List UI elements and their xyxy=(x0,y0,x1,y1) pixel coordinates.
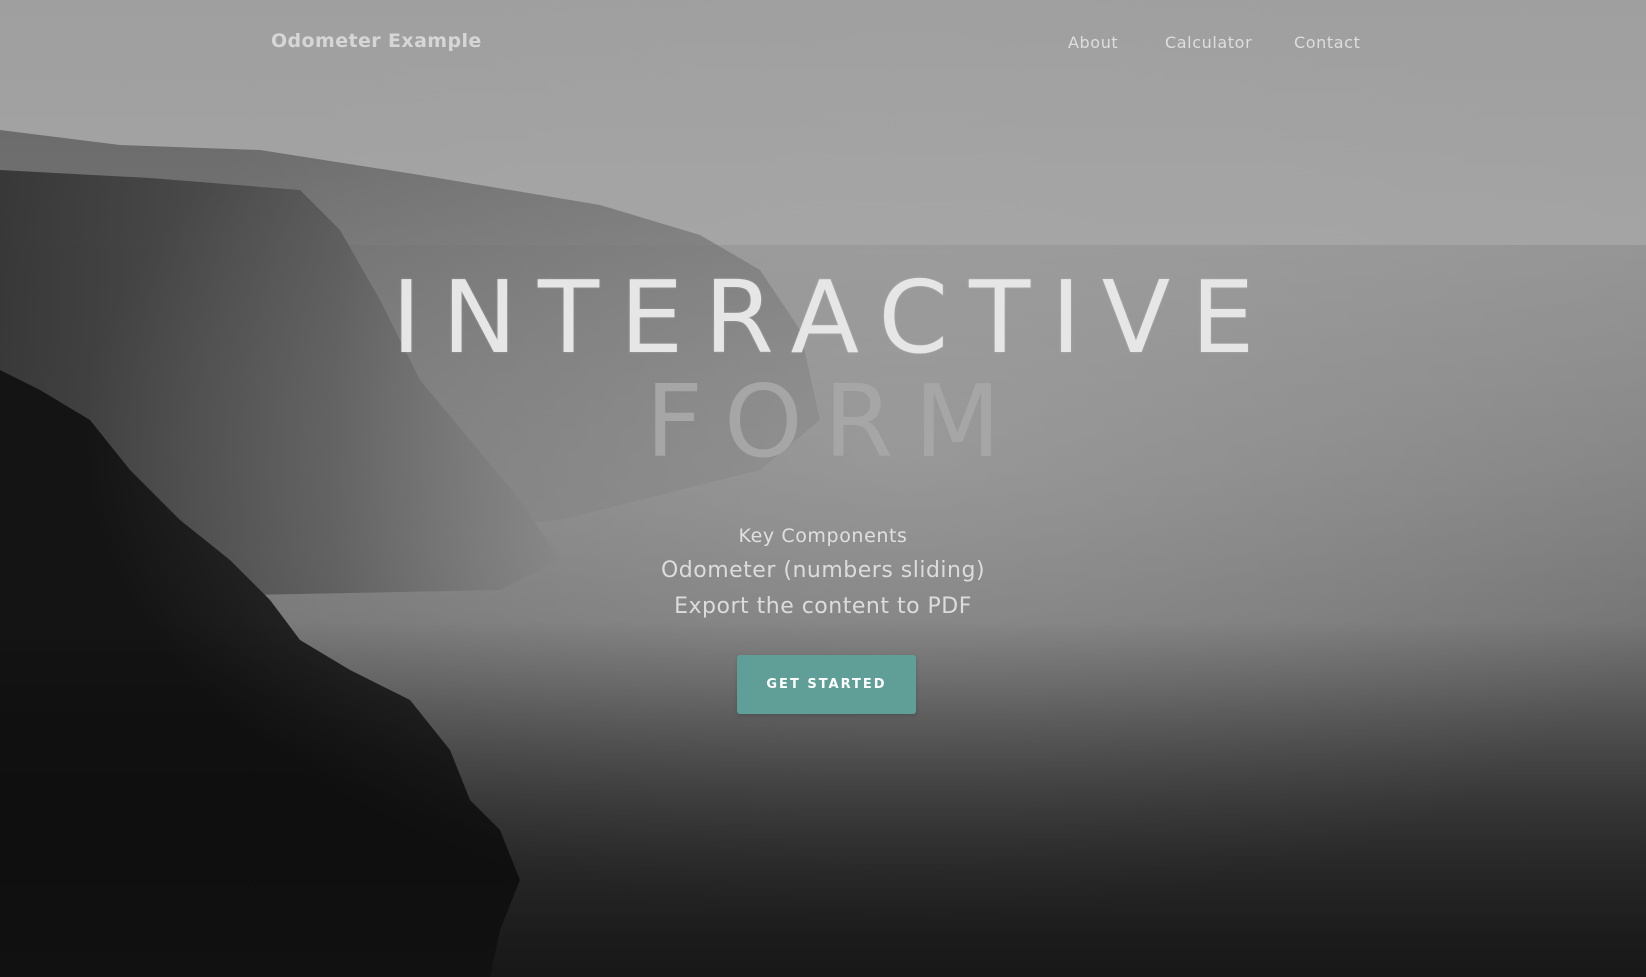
hero-title-line-2: FORM xyxy=(645,363,1022,480)
brand-link[interactable]: Odometer Example xyxy=(271,30,482,52)
feature-item-odometer: Odometer (numbers sliding) xyxy=(660,558,986,583)
nav-link-calculator[interactable]: Calculator xyxy=(1165,33,1252,52)
landing-page: Odometer Example About Calculator Contac… xyxy=(0,0,1646,977)
background-cliffs-image xyxy=(0,0,1646,977)
top-navbar: Odometer Example About Calculator Contac… xyxy=(0,0,1646,90)
hero-title-line-1: INTERACTIVE xyxy=(391,259,1276,376)
get-started-button[interactable]: GET STARTED xyxy=(737,655,916,714)
hero-subtitle: Key Components xyxy=(738,525,908,547)
feature-item-export-pdf: Export the content to PDF xyxy=(674,594,972,619)
nav-link-contact[interactable]: Contact xyxy=(1294,33,1360,52)
nav-link-about[interactable]: About xyxy=(1068,33,1118,52)
